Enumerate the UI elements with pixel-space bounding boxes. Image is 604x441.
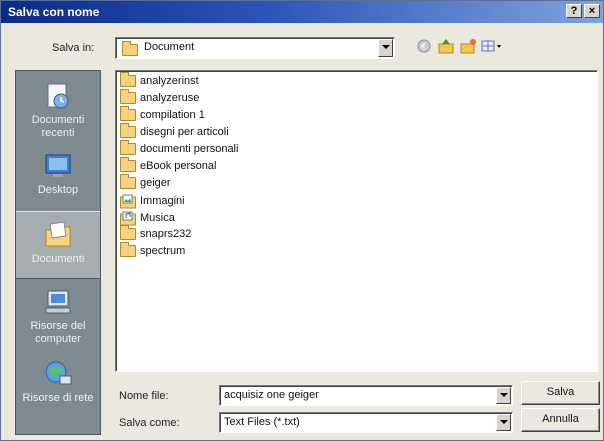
file-name: analyzerinst (140, 75, 199, 87)
file-name: spectrum (140, 245, 186, 257)
my-computer-icon (45, 290, 71, 314)
file-name: compilation 1 (140, 109, 205, 121)
help-button[interactable]: ? (566, 4, 582, 18)
pictures-folder-icon (120, 194, 136, 209)
list-item[interactable]: analyzerinst (120, 72, 199, 92)
up-folder-icon[interactable] (438, 38, 454, 54)
folder-icon (120, 72, 136, 88)
save-as-dialog: Salva con nome ? × Salva in: Document Do… (0, 0, 604, 441)
list-item[interactable]: geiger (120, 174, 171, 194)
network-places-icon (45, 361, 72, 385)
filetype-value: Text Files (*.txt) (224, 416, 300, 428)
folder-icon (120, 140, 136, 156)
chevron-down-icon[interactable] (496, 387, 511, 404)
save-in-dropdown[interactable]: Document (115, 37, 395, 59)
folder-icon (120, 123, 136, 139)
file-name: disegni per articoli (140, 126, 229, 138)
file-name: eBook personal (140, 160, 217, 172)
filename-input[interactable]: acquisiz one geiger (219, 385, 513, 406)
list-item[interactable]: eBook personal (120, 157, 216, 177)
save-in-value: Document (144, 41, 195, 53)
place-my-documents[interactable]: Documenti (16, 211, 100, 279)
folder-icon (122, 41, 138, 56)
place-recent-documents[interactable]: Documenti recenti (16, 81, 100, 140)
save-button[interactable]: Salva (521, 381, 600, 405)
folder-icon (120, 89, 136, 105)
place-my-computer[interactable]: Risorse del computer (16, 287, 100, 346)
file-list[interactable]: analyzerinst analyzeruse compilation 1 d… (115, 70, 598, 372)
list-item[interactable]: compilation 1 (120, 106, 205, 126)
filetype-label: Salva come: (119, 417, 180, 429)
place-label: Risorse del computer (30, 320, 86, 345)
place-label: Documenti recenti (31, 114, 85, 139)
place-network[interactable]: Risorse di rete (16, 359, 100, 405)
save-in-label: Salva in: (52, 42, 95, 54)
file-name: documenti personali (140, 143, 239, 155)
chevron-down-icon[interactable] (496, 414, 511, 431)
file-name: snaprs232 (140, 228, 192, 240)
filetype-dropdown[interactable]: Text Files (*.txt) (219, 412, 513, 433)
list-item[interactable]: spectrum (120, 242, 185, 262)
chevron-down-icon[interactable] (378, 39, 393, 57)
place-label: Documenti (31, 253, 85, 265)
folder-icon (120, 174, 136, 190)
my-documents-icon (45, 221, 71, 247)
list-item[interactable]: snaprs232 (120, 225, 191, 245)
folder-icon (120, 106, 136, 122)
list-item[interactable]: documenti personali (120, 140, 238, 160)
filename-value[interactable]: acquisiz one geiger (224, 389, 319, 401)
file-name: Musica (140, 212, 175, 225)
filename-label: Nome file: (119, 390, 169, 402)
close-button[interactable]: × (584, 4, 600, 18)
file-name: analyzeruse (140, 92, 200, 104)
title-bar[interactable]: Salva con nome ? × (1, 1, 603, 23)
desktop-icon (45, 154, 71, 177)
dialog-title: Salva con nome (8, 5, 100, 19)
folder-icon (120, 242, 136, 258)
list-item[interactable]: analyzeruse (120, 89, 199, 109)
list-item[interactable]: disegni per articoli (120, 123, 229, 143)
places-bar: Documenti recenti Desktop Documenti Riso… (15, 70, 101, 435)
file-name: Immagini (140, 195, 185, 208)
place-label: Risorse di rete (22, 392, 94, 404)
place-desktop[interactable]: Desktop (16, 151, 100, 197)
views-menu-icon[interactable] (481, 38, 503, 54)
recent-documents-icon (47, 83, 69, 109)
folder-icon (120, 225, 136, 241)
place-label: Desktop (37, 184, 79, 196)
cancel-button[interactable]: Annulla (521, 408, 600, 432)
back-icon[interactable] (416, 38, 432, 54)
folder-icon (120, 157, 136, 173)
music-folder-icon (120, 211, 136, 226)
new-folder-icon[interactable] (460, 38, 476, 54)
list-item[interactable]: Immagini (120, 194, 185, 211)
file-name: geiger (140, 177, 171, 189)
